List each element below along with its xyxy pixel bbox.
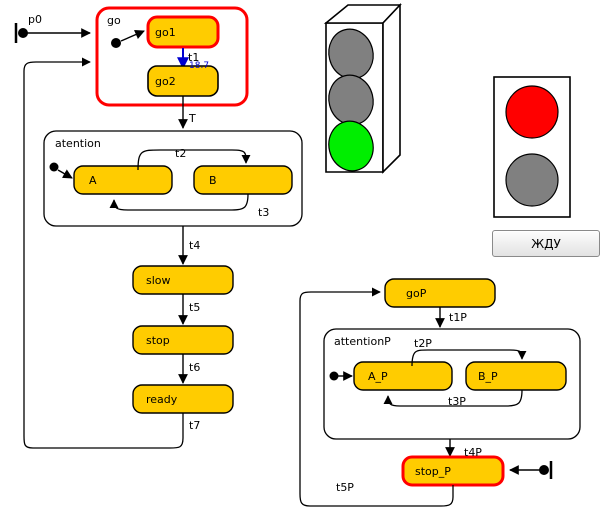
label-t1P: t1P	[449, 311, 467, 324]
label-A: A	[89, 174, 97, 187]
label-goP: goP	[406, 287, 427, 300]
label-T: T	[189, 112, 196, 125]
label-t6: t6	[189, 361, 201, 374]
label-t5: t5	[189, 301, 201, 314]
label-t5P: t5P	[336, 481, 354, 494]
label-stop_P: stop_P	[415, 465, 451, 478]
label-t4P: t4P	[464, 446, 482, 459]
label-t3: t3	[258, 206, 270, 219]
label-atention: atention	[55, 137, 101, 150]
pedestrian-traffic-light	[493, 76, 571, 218]
entry-point-p0[interactable]	[14, 23, 91, 43]
label-B: B	[209, 174, 217, 187]
label-slow: slow	[146, 274, 171, 287]
pedestrian-wait-button[interactable]: ЖДУ	[492, 230, 600, 257]
label-t4: t4	[189, 239, 201, 252]
state-goP[interactable]	[384, 278, 496, 308]
label-A_P: A_P	[368, 370, 388, 383]
label-attentionP: attentionP	[334, 335, 391, 348]
diagram-vector-layer	[14, 2, 581, 507]
label-go1: go1	[155, 26, 176, 39]
lamp-pedestrian-green	[505, 153, 559, 207]
label-t3P: t3P	[448, 395, 466, 408]
entry-point-stopP[interactable]	[509, 461, 553, 479]
label-t2P: t2P	[414, 337, 432, 350]
label-B_P: B_P	[478, 370, 498, 383]
label-go: go	[107, 14, 121, 27]
label-go2: go2	[155, 75, 176, 88]
lamp-pedestrian-red	[505, 85, 559, 139]
label-ready: ready	[146, 393, 178, 406]
label-stop: stop	[146, 334, 170, 347]
label-t1-value: 18.7	[189, 61, 210, 71]
label-p0: p0	[28, 13, 42, 26]
vehicle-traffic-light	[323, 2, 402, 174]
statechart-canvas: p0 go go1 go2 t1 18.7 T atention A B t2 …	[0, 0, 602, 519]
label-t2: t2	[175, 147, 187, 160]
label-t7: t7	[189, 419, 201, 432]
